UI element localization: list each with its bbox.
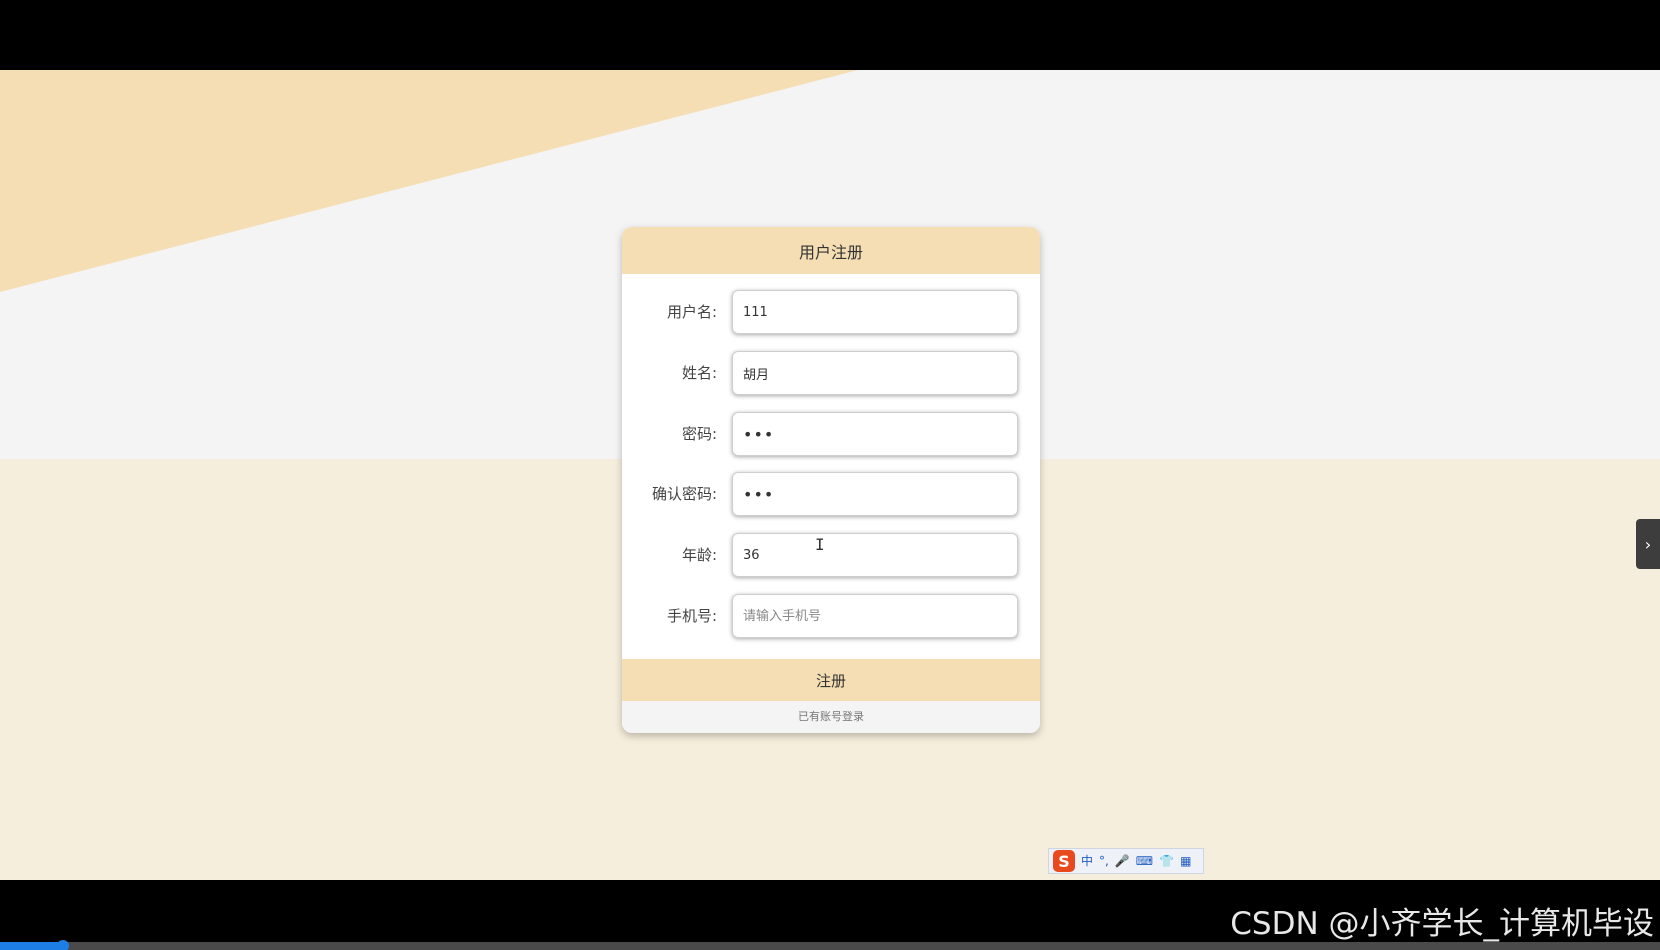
confirm-password-label: 确认密码: (651, 485, 717, 503)
ime-toolbar: S 中 °, 🎤 ⌨ 👕 ▦ (1048, 848, 1204, 874)
password-input[interactable] (732, 412, 1018, 456)
name-row: 姓名: (622, 351, 1040, 395)
phone-label: 手机号: (666, 607, 717, 625)
age-input[interactable] (732, 533, 1018, 577)
top-letterbox (0, 0, 1660, 70)
ime-punctuation-toggle[interactable]: °, (1099, 850, 1109, 872)
microphone-icon[interactable]: 🎤 (1115, 850, 1130, 872)
form-title: 用户注册 (622, 227, 1040, 274)
register-card: 用户注册 用户名: 姓名: 密码: 确认密码: 年龄: (622, 227, 1040, 733)
text-cursor-icon: I (815, 535, 825, 554)
password-row: 密码: (622, 412, 1040, 456)
skin-shirt-icon[interactable]: 👕 (1159, 850, 1174, 872)
confirm-password-row: 确认密码: (622, 472, 1040, 516)
screen: 用户注册 用户名: 姓名: 密码: 确认密码: 年龄: (0, 0, 1660, 950)
sogou-logo-icon[interactable]: S (1053, 850, 1075, 872)
ime-mode-toggle[interactable]: 中 (1081, 850, 1093, 872)
keyboard-icon[interactable]: ⌨ (1136, 850, 1153, 872)
password-label: 密码: (681, 425, 717, 443)
card-footer: 已有账号登录 (622, 701, 1040, 733)
confirm-password-input[interactable] (732, 472, 1018, 516)
watermark-text: CSDN @小齐学长_计算机毕设 (1230, 906, 1654, 942)
register-button[interactable]: 注册 (622, 659, 1040, 701)
phone-row: 手机号: (622, 594, 1040, 638)
age-label: 年龄: (681, 546, 717, 564)
video-progress-bar[interactable] (0, 940, 1660, 950)
username-label: 用户名: (666, 303, 717, 321)
username-input[interactable] (732, 290, 1018, 334)
chevron-right-icon: › (1644, 534, 1652, 554)
video-progress-fill (0, 942, 64, 950)
name-label: 姓名: (681, 364, 717, 382)
side-expand-tab[interactable]: › (1636, 519, 1660, 569)
phone-input[interactable] (732, 594, 1018, 638)
name-input[interactable] (732, 351, 1018, 395)
login-link[interactable]: 已有账号登录 (622, 701, 1040, 733)
age-row: 年龄: (622, 533, 1040, 577)
register-page: 用户注册 用户名: 姓名: 密码: 确认密码: 年龄: (0, 70, 1660, 880)
apps-grid-icon[interactable]: ▦ (1180, 850, 1191, 872)
username-row: 用户名: (622, 290, 1040, 334)
video-progress-handle[interactable] (57, 940, 70, 950)
